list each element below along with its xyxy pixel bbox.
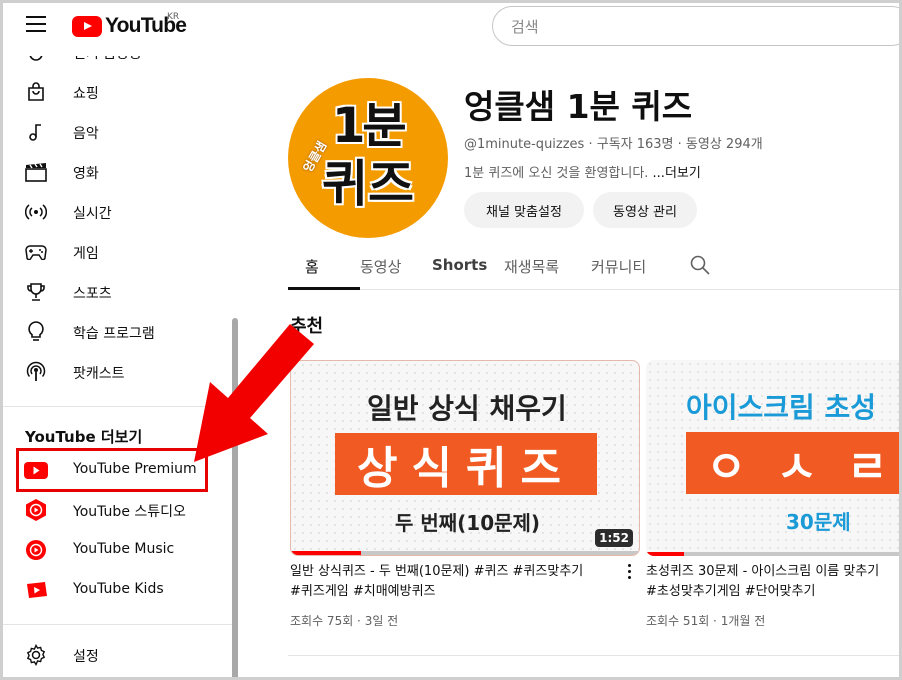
video-thumbnail[interactable]: 아이스크림 초성 ㅇㅅㄹ 30문제 [646, 360, 902, 556]
video-meta: 조회수 51회 · 1개월 전 [646, 614, 766, 628]
sidebar-item-label: 스포츠 [73, 286, 112, 302]
podcast-icon [24, 360, 48, 384]
top-header: YouTube KR 검색 [0, 0, 902, 56]
shopping-bag-icon [24, 80, 48, 104]
sidebar-item-youtube-music[interactable]: YouTube Music [0, 530, 230, 570]
red-arrow-icon [194, 324, 314, 462]
sidebar-item-label: 음악 [73, 126, 99, 142]
gamepad-icon [24, 240, 48, 264]
sidebar-divider [0, 624, 232, 625]
tab-community[interactable]: 커뮤니티 [591, 256, 646, 277]
manage-videos-button[interactable]: 동영상 관리 [593, 192, 697, 228]
youtube-kids-icon [24, 578, 48, 602]
youtube-play-icon [72, 15, 102, 37]
youtube-music-icon [24, 538, 48, 562]
channel-description[interactable]: 1분 퀴즈에 오신 것을 환영합니다. ...더보기 [464, 162, 701, 181]
search-placeholder: 검색 [511, 17, 539, 36]
more-link[interactable]: ...더보기 [653, 166, 701, 181]
music-note-icon [24, 120, 48, 144]
channel-meta: @1minute-quizzes · 구독자 163명 · 동영상 294개 [464, 137, 763, 152]
menu-icon[interactable] [26, 16, 46, 32]
thumb-bottom-text: 30문제 [786, 510, 851, 534]
video-title[interactable]: 일반 상식퀴즈 - 두 번째(10문제) #퀴즈 #퀴즈맞추기 #퀴즈게임 #치… [290, 562, 624, 602]
sidebar-item-label: YouTube Music [73, 541, 175, 557]
video-title-line: 초성퀴즈 30문제 - 아이스크림 이름 맞추기 [646, 564, 880, 579]
tab-home[interactable]: 홈 [305, 256, 319, 277]
clapperboard-icon [24, 160, 48, 184]
thumb-box-text: 상식퀴즈 [335, 433, 597, 495]
search-icon[interactable] [690, 255, 710, 275]
sidebar-item-label: 팟캐스트 [73, 366, 125, 382]
sidebar-item-music[interactable]: 음악 [0, 112, 230, 152]
sidebar-item-youtube-kids[interactable]: YouTube Kids [0, 570, 230, 610]
video-title-line: #초성맞추기게임 #단어맞추기 [646, 584, 816, 599]
sidebar-item-youtube-studio[interactable]: YouTube 스튜디오 [0, 490, 230, 530]
sidebar-item-label: 설정 [73, 649, 99, 665]
thumb-box-text: ㅇㅅㄹ [686, 432, 902, 494]
sidebar-item-live[interactable]: 실시간 [0, 192, 230, 232]
customize-channel-button[interactable]: 채널 맞춤설정 [464, 192, 584, 228]
search-input[interactable]: 검색 [492, 6, 902, 46]
trophy-icon [24, 280, 48, 304]
watch-progress-bar [646, 552, 685, 556]
youtube-studio-icon [24, 498, 48, 522]
lightbulb-icon [24, 320, 48, 344]
sidebar-item-sports[interactable]: 스포츠 [0, 272, 230, 312]
sidebar-item-label: 쇼핑 [73, 86, 99, 102]
avatar-text-2: 퀴즈 [322, 155, 414, 213]
video-meta: 조회수 75회 · 3일 전 [290, 614, 399, 628]
sidebar-item-movies[interactable]: 영화 [0, 152, 230, 192]
live-broadcast-icon [24, 200, 48, 224]
video-duration: 1:52 [595, 529, 633, 547]
sidebar-item-settings[interactable]: 설정 [0, 635, 230, 675]
tab-shorts[interactable]: Shorts [432, 256, 487, 274]
active-tab-indicator [288, 287, 360, 290]
tab-playlists[interactable]: 재생목록 [504, 256, 559, 277]
thumb-top-text: 일반 상식 채우기 [367, 392, 567, 425]
more-vert-icon[interactable] [626, 564, 632, 582]
gear-icon [24, 643, 48, 667]
sidebar-item-label: 학습 프로그램 [73, 326, 155, 342]
thumb-top-text: 아이스크림 초성 [686, 391, 877, 424]
section-divider [288, 655, 902, 656]
watch-progress-track [646, 552, 902, 556]
tab-videos[interactable]: 동영상 [360, 256, 401, 277]
video-thumbnail[interactable]: 일반 상식 채우기 상식퀴즈 두 번째(10문제) 1:52 [290, 360, 640, 556]
channel-name: 엉클샘 1분 퀴즈 [464, 87, 693, 126]
video-title-line: #퀴즈게임 #치매예방퀴즈 [290, 584, 436, 599]
sidebar-section-title: YouTube 더보기 [25, 428, 143, 446]
description-text: 1분 퀴즈에 오신 것을 환영합니다. [464, 166, 653, 181]
sidebar-item-label: 실시간 [73, 206, 112, 222]
video-title[interactable]: 초성퀴즈 30문제 - 아이스크림 이름 맞추기 #초성맞추기게임 #단어맞추기 [646, 562, 902, 602]
sidebar-item-label: 영화 [73, 166, 99, 182]
channel-tabs: 홈 동영상 Shorts 재생목록 커뮤니티 [288, 246, 902, 290]
channel-avatar[interactable]: 1분 퀴즈 엉클샘 [288, 78, 448, 238]
watch-progress-bar [291, 551, 361, 555]
sidebar-item-label: YouTube Kids [73, 581, 164, 597]
region-code: KR [167, 12, 180, 22]
sidebar-item-label: 게임 [73, 246, 99, 262]
thumb-bottom-text: 두 번째(10문제) [395, 511, 541, 535]
sidebar-item-shopping[interactable]: 쇼핑 [0, 72, 230, 112]
sidebar-item-gaming[interactable]: 게임 [0, 232, 230, 272]
video-title-line: 일반 상식퀴즈 - 두 번째(10문제) #퀴즈 #퀴즈맞추기 [290, 564, 584, 579]
sidebar-item-label: YouTube 스튜디오 [73, 504, 186, 520]
